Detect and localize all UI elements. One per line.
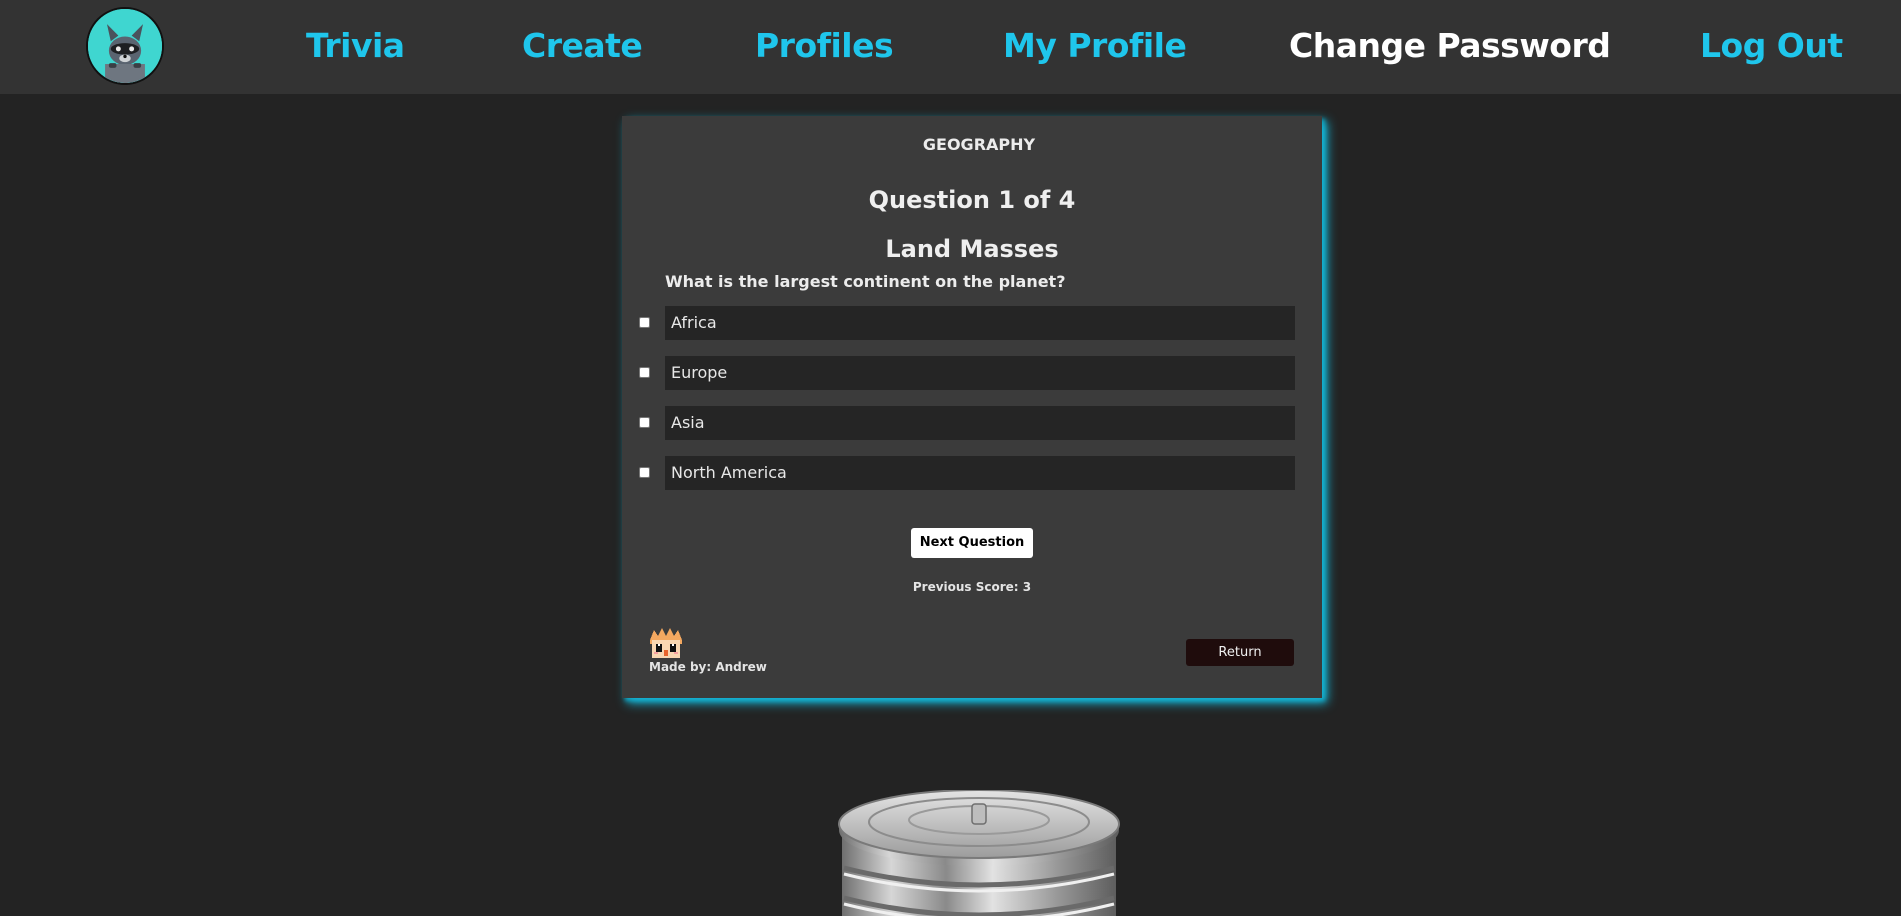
raccoon-logo-icon[interactable] <box>86 7 164 85</box>
nav-link-trivia[interactable]: Trivia <box>306 24 405 68</box>
nav-link-my-profile[interactable]: My Profile <box>1003 24 1187 68</box>
quiz-category: GEOGRAPHY <box>922 135 1036 154</box>
answer-option: Europe <box>639 356 1309 390</box>
made-by-credit: Made by: Andrew <box>649 660 767 674</box>
creator-avatar-icon <box>650 628 682 660</box>
answer-label-north-america[interactable]: North America <box>665 456 1295 490</box>
nav-link-log-out[interactable]: Log Out <box>1700 24 1843 68</box>
nav-link-create[interactable]: Create <box>522 24 643 68</box>
answer-checkbox-africa[interactable] <box>639 317 650 328</box>
nav-link-change-password[interactable]: Change Password <box>1289 24 1611 68</box>
answer-label-asia[interactable]: Asia <box>665 406 1295 440</box>
answer-option: Asia <box>639 406 1309 440</box>
answer-label-africa[interactable]: Africa <box>665 306 1295 340</box>
answer-option: Africa <box>639 306 1309 340</box>
trash-can-icon <box>834 790 1124 916</box>
nav-link-profiles[interactable]: Profiles <box>755 24 894 68</box>
answer-checkbox-asia[interactable] <box>639 417 650 428</box>
question-counter: Question 1 of 4 <box>868 186 1076 214</box>
return-button[interactable]: Return <box>1186 639 1294 666</box>
answer-label-europe[interactable]: Europe <box>665 356 1295 390</box>
quiz-card: GEOGRAPHY Question 1 of 4 Land Masses Wh… <box>622 116 1322 698</box>
answer-checkbox-north-america[interactable] <box>639 467 650 478</box>
answer-option: North America <box>639 456 1309 490</box>
answer-checkbox-europe[interactable] <box>639 367 650 378</box>
top-navbar: Trivia Create Profiles My Profile Change… <box>0 0 1901 94</box>
next-question-button[interactable]: Next Question <box>911 528 1033 558</box>
question-title: Land Masses <box>885 235 1059 263</box>
previous-score: Previous Score: 3 <box>912 580 1032 594</box>
question-text: What is the largest continent on the pla… <box>665 272 1066 291</box>
